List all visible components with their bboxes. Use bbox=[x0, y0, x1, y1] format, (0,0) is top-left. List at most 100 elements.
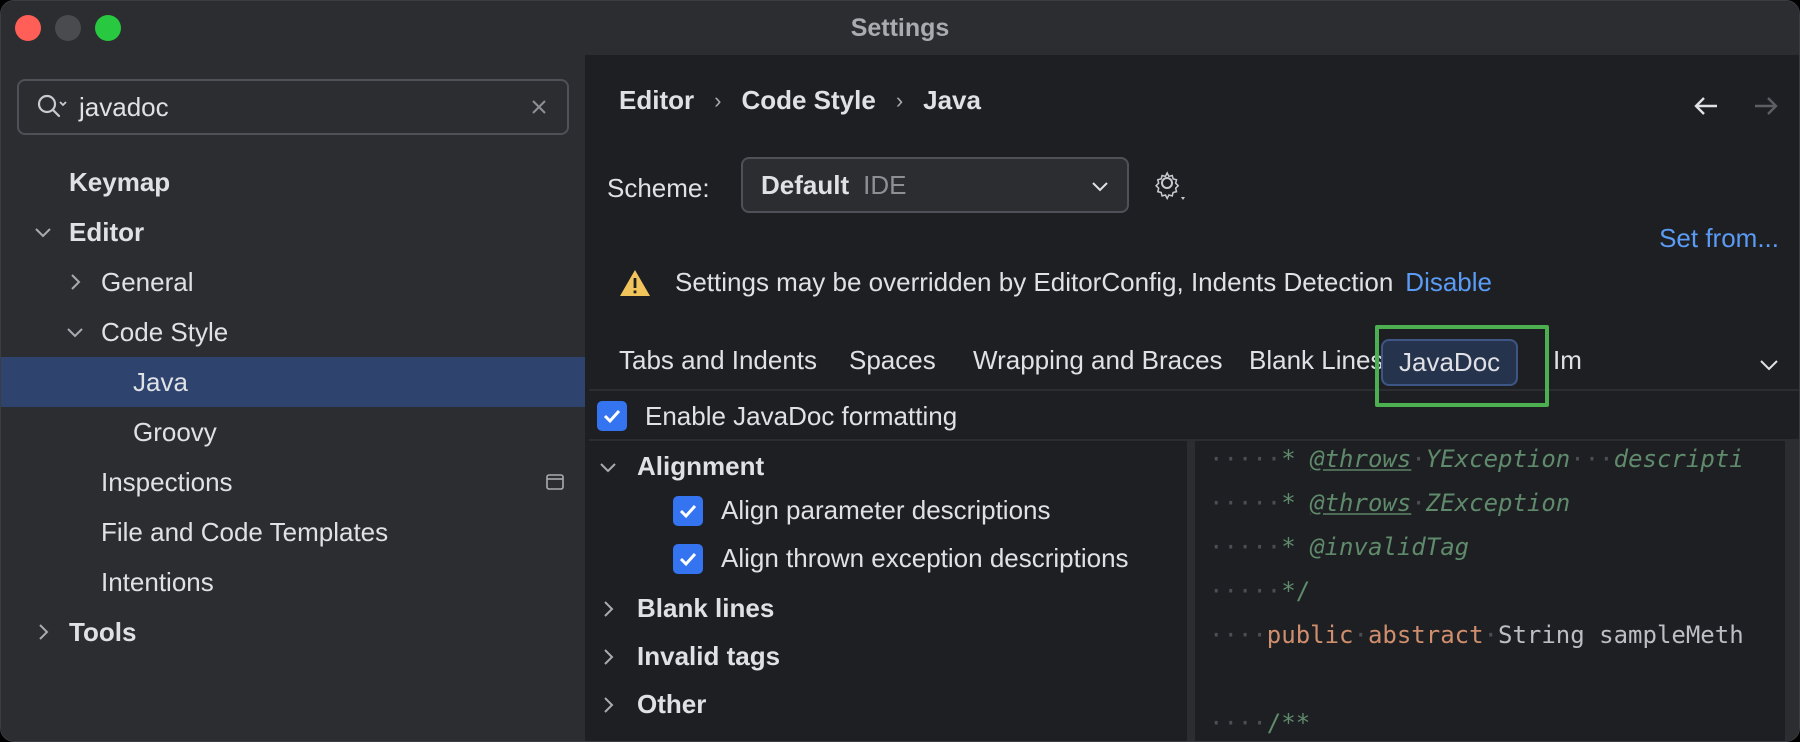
checkmark-icon bbox=[679, 504, 697, 518]
javadoc-options-tree: Alignment Align parameter descriptions A… bbox=[589, 441, 1189, 741]
breadcrumb-separator: › bbox=[895, 87, 904, 113]
breadcrumb-separator: › bbox=[714, 87, 722, 113]
checkmark-icon bbox=[603, 409, 621, 424]
sidebar-item-editor[interactable]: Editor bbox=[1, 207, 585, 257]
chevron-right-icon[interactable] bbox=[31, 620, 55, 644]
sidebar-item-label: File and Code Templates bbox=[101, 516, 389, 547]
sidebar-item-intentions[interactable]: Intentions bbox=[1, 557, 585, 607]
breadcrumb-item-editor[interactable]: Editor bbox=[619, 85, 694, 116]
back-arrow-icon[interactable] bbox=[1691, 91, 1721, 121]
code-style-tabs: Tabs and Indents Spaces Wrapping and Bra… bbox=[589, 325, 1799, 407]
group-label: Invalid tags bbox=[637, 641, 781, 671]
tab-spaces[interactable]: Spaces bbox=[849, 345, 936, 376]
tab-tabs-and-indents[interactable]: Tabs and Indents bbox=[619, 345, 817, 376]
align-parameter-checkbox[interactable] bbox=[673, 495, 703, 526]
sidebar-item-keymap[interactable]: Keymap bbox=[1, 157, 585, 207]
sidebar-item-java[interactable]: Java bbox=[1, 357, 585, 407]
sidebar: javadoc Keymap Editor General Code Style bbox=[1, 55, 587, 741]
sidebar-item-inspections[interactable]: Inspections bbox=[1, 457, 585, 507]
sidebar-item-label: Editor bbox=[69, 216, 145, 247]
search-icon bbox=[37, 94, 67, 118]
sidebar-item-label: Tools bbox=[69, 616, 137, 647]
chevron-down-icon[interactable] bbox=[63, 320, 87, 344]
warning-text: Settings may be overridden by EditorConf… bbox=[675, 267, 1394, 297]
sidebar-item-label: Groovy bbox=[133, 416, 217, 447]
window-controls bbox=[15, 15, 121, 41]
history-navigation bbox=[1691, 91, 1781, 121]
group-other[interactable]: Other bbox=[597, 689, 706, 720]
tab-blank-lines[interactable]: Blank Lines bbox=[1249, 345, 1383, 376]
scheme-label: Scheme: bbox=[607, 173, 710, 203]
tab-imports[interactable]: Im bbox=[1553, 345, 1583, 376]
group-label: Alignment bbox=[637, 451, 765, 481]
code-preview: ·····* @throws·YException···descripti ··… bbox=[1195, 441, 1785, 741]
set-from-link[interactable]: Set from... bbox=[1659, 223, 1779, 254]
scheme-kind: IDE bbox=[863, 169, 907, 200]
sidebar-item-label: Code Style bbox=[101, 316, 229, 347]
enable-javadoc-checkbox[interactable] bbox=[597, 401, 627, 431]
chevron-down-icon[interactable] bbox=[1757, 353, 1781, 377]
tab-wrapping-and-braces[interactable]: Wrapping and Braces bbox=[973, 345, 1223, 376]
close-window-button[interactable] bbox=[15, 15, 41, 41]
chevron-down-icon bbox=[1092, 182, 1108, 192]
code-line: ·····*/ bbox=[1209, 577, 1311, 605]
project-scope-icon bbox=[546, 474, 564, 490]
option-label: Align thrown exception descriptions bbox=[721, 543, 1129, 573]
gear-icon[interactable] bbox=[1151, 167, 1187, 203]
clear-search-icon[interactable] bbox=[525, 93, 553, 121]
checkmark-icon bbox=[679, 552, 697, 566]
breadcrumb: Editor › Code Style › Java bbox=[619, 85, 981, 116]
sidebar-item-label: Java bbox=[133, 366, 188, 397]
zoom-window-button[interactable] bbox=[95, 15, 121, 41]
chevron-right-icon[interactable] bbox=[597, 598, 619, 620]
search-input[interactable]: javadoc bbox=[79, 92, 525, 123]
breadcrumb-item-java: Java bbox=[923, 85, 981, 115]
sidebar-item-tools[interactable]: Tools bbox=[1, 607, 585, 657]
group-alignment[interactable]: Alignment bbox=[597, 451, 764, 482]
main-panel: Editor › Code Style › Java Scheme: Defau… bbox=[589, 55, 1799, 741]
editorconfig-warning: Settings may be overridden by EditorConf… bbox=[619, 267, 1492, 298]
sidebar-item-label: Inspections bbox=[101, 466, 233, 497]
settings-window: Settings javadoc Keymap Editor General C… bbox=[0, 0, 1800, 742]
title-bar: Settings bbox=[1, 1, 1799, 55]
sidebar-item-label: General bbox=[101, 266, 194, 297]
align-parameter-row[interactable]: Align parameter descriptions bbox=[673, 495, 1051, 526]
code-line: ····/** bbox=[1209, 709, 1311, 737]
code-line: ····public·abstract·String sampleMeth bbox=[1209, 621, 1744, 649]
sidebar-item-label: Keymap bbox=[69, 166, 171, 197]
group-label: Other bbox=[637, 689, 707, 719]
preview-splitter[interactable] bbox=[1187, 441, 1195, 741]
chevron-right-icon[interactable] bbox=[597, 646, 619, 668]
tab-javadoc[interactable]: JavaDoc bbox=[1381, 339, 1519, 386]
chevron-right-icon[interactable] bbox=[597, 694, 619, 716]
group-invalid-tags[interactable]: Invalid tags bbox=[597, 641, 780, 672]
warning-icon bbox=[620, 269, 650, 296]
disable-link[interactable]: Disable bbox=[1405, 267, 1492, 298]
enable-javadoc-row[interactable]: Enable JavaDoc formatting bbox=[597, 393, 957, 439]
sidebar-item-groovy[interactable]: Groovy bbox=[1, 407, 585, 457]
code-line: ·····* @throws·ZException bbox=[1209, 489, 1571, 517]
sidebar-item-code-style[interactable]: Code Style bbox=[1, 307, 585, 357]
window-title: Settings bbox=[850, 13, 950, 42]
sidebar-item-label: Intentions bbox=[101, 566, 214, 597]
breadcrumb-item-code-style[interactable]: Code Style bbox=[741, 85, 875, 116]
group-blank-lines[interactable]: Blank lines bbox=[597, 593, 774, 624]
forward-arrow-icon[interactable] bbox=[1751, 91, 1781, 121]
group-label: Blank lines bbox=[637, 593, 775, 623]
code-line: ·····* @invalidTag bbox=[1209, 533, 1470, 561]
chevron-down-icon[interactable] bbox=[31, 220, 55, 244]
scheme-name: Default bbox=[761, 169, 850, 200]
chevron-down-icon[interactable] bbox=[597, 456, 619, 478]
minimize-window-button[interactable] bbox=[55, 15, 81, 41]
settings-tree: Keymap Editor General Code Style Java Gr… bbox=[1, 157, 585, 657]
align-thrown-row[interactable]: Align thrown exception descriptions bbox=[673, 543, 1129, 574]
scheme-dropdown[interactable]: Default IDE bbox=[741, 157, 1129, 213]
align-thrown-checkbox[interactable] bbox=[673, 543, 703, 574]
sidebar-item-general[interactable]: General bbox=[1, 257, 585, 307]
option-label: Align parameter descriptions bbox=[721, 495, 1051, 525]
sidebar-item-file-and-code-templates[interactable]: File and Code Templates bbox=[1, 507, 585, 557]
preview-scrollbar[interactable] bbox=[1785, 441, 1799, 741]
search-field[interactable]: javadoc bbox=[17, 79, 569, 135]
code-line: ·····* @throws·YException···descripti bbox=[1209, 445, 1744, 473]
chevron-right-icon[interactable] bbox=[63, 270, 87, 294]
